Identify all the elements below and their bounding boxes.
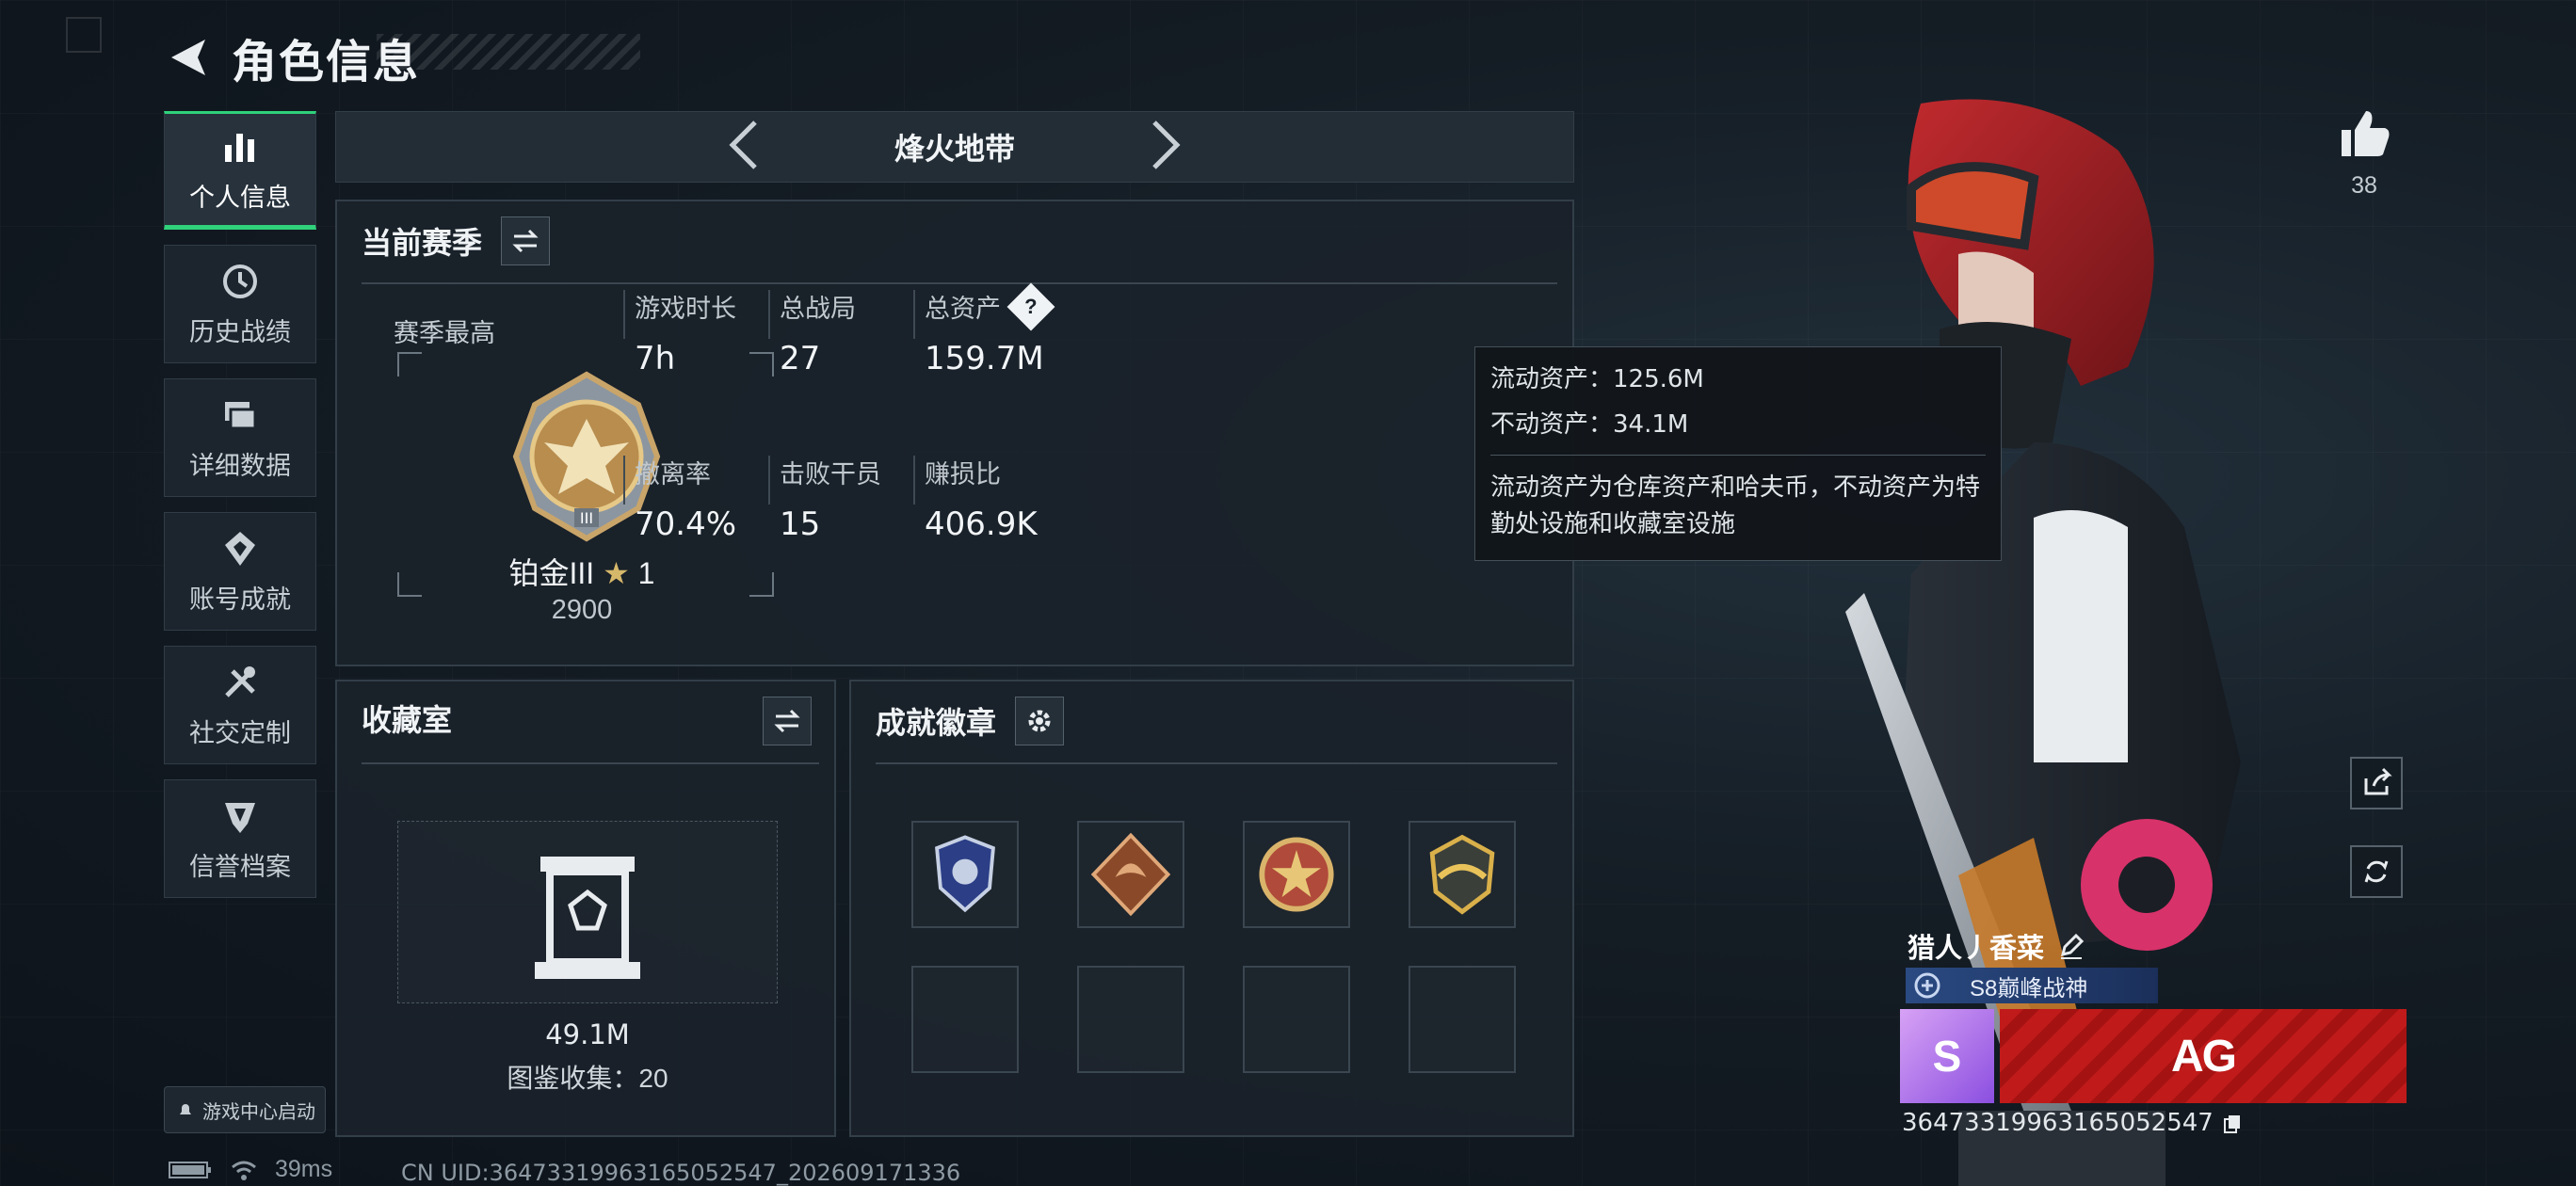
switch-season-button[interactable] — [501, 216, 551, 265]
sidebar: 个人信息 历史战绩 详细数据 账号成就 社交定制 信誉档案 — [164, 111, 316, 913]
player-title-badge: S8巅峰战神 — [1906, 968, 2158, 1003]
rank-emblem-icon — [1914, 972, 1940, 999]
panel-divider — [362, 282, 1557, 284]
tools-icon — [225, 665, 255, 697]
edit-pencil-icon[interactable] — [2057, 932, 2085, 960]
sidebar-item-label: 信誉档案 — [189, 852, 291, 881]
stat-divider — [913, 456, 915, 505]
display-case-icon — [535, 857, 640, 979]
stat-divider — [768, 456, 770, 505]
share-button[interactable] — [2350, 757, 2403, 809]
team-banner: AG — [2000, 1009, 2407, 1103]
sidebar-item-label: 个人信息 — [189, 183, 291, 212]
stat-divider — [623, 456, 625, 505]
tooltip-description: 流动资产为仓库资产和哈夫币，不动资产为特勤处设施和收藏室设施 — [1490, 472, 1981, 537]
stat-divider — [623, 290, 625, 339]
blue-shield-badge-icon — [935, 835, 995, 913]
sidebar-item-label: 社交定制 — [189, 718, 291, 747]
sidebar-item-achievements[interactable]: 账号成就 — [164, 512, 316, 631]
tooltip-divider — [1490, 454, 1986, 456]
star-cross-badge-icon — [1259, 837, 1334, 912]
panel-title: 收藏室 — [362, 703, 453, 737]
corner-decoration — [66, 17, 102, 53]
sidebar-item-social[interactable]: 社交定制 — [164, 646, 316, 764]
bar-chart-icon — [225, 133, 254, 162]
avatar[interactable]: S — [1900, 1009, 1994, 1103]
help-icon[interactable]: ? — [1006, 282, 1055, 330]
history-icon — [223, 264, 257, 298]
tooltip-fixed-assets: 不动资产：34.1M — [1490, 409, 1689, 439]
chevron-right-icon — [1152, 120, 1181, 169]
achievements-panel: 成就徽章 — [849, 680, 1574, 1137]
folder-stack-icon — [225, 401, 257, 429]
stat-profit-ratio: 赚损比 406.9K — [925, 460, 1038, 543]
ping-value: 39ms — [275, 1156, 333, 1182]
collection-count: 图鉴收集：20 — [507, 1064, 668, 1093]
player-uid: 36473319963165052547 — [1902, 1109, 2244, 1137]
collection-panel: 收藏室 49.1M 图鉴收集：20 — [335, 680, 836, 1137]
sidebar-item-reputation[interactable]: 信誉档案 — [164, 779, 316, 898]
stat-total-assets: 总资产 ? 159.7M — [925, 282, 1132, 377]
panel-title: 成就徽章 — [876, 706, 997, 740]
thumbs-up-icon — [2342, 111, 2390, 156]
like-button[interactable]: 38 — [2333, 105, 2395, 200]
cn-uid: CN UID:36473319963165052547_202609171336 — [401, 1160, 961, 1186]
share-icon — [2364, 767, 2392, 795]
season-best-label: 赛季最高 — [394, 319, 495, 347]
current-season-panel: 当前赛季 赛季最高 III 铂金III ★ 1 2900 游戏时长 7h 总战局… — [335, 200, 1574, 666]
swap-icon — [512, 229, 539, 253]
empty-badge-slot[interactable] — [1243, 966, 1350, 1073]
sidebar-item-detail-data[interactable]: 详细数据 — [164, 378, 316, 497]
sidebar-item-label: 详细数据 — [189, 451, 291, 480]
battery-icon — [169, 1161, 211, 1178]
assets-tooltip: 流动资产：125.6M 不动资产：34.1M 流动资产为仓库资产和哈夫币，不动资… — [1474, 346, 2002, 561]
team-logo: AG — [2171, 1031, 2237, 1082]
chevron-left-icon — [729, 120, 757, 169]
refresh-icon — [2364, 860, 2389, 883]
panel-title: 当前赛季 — [362, 226, 483, 260]
stat-divider — [768, 290, 770, 339]
wifi-icon — [232, 1161, 256, 1180]
achievement-badge-slot[interactable] — [1243, 821, 1350, 928]
gear-icon — [1028, 710, 1051, 732]
game-center-button[interactable]: 游戏中心启动 — [164, 1086, 326, 1133]
season-selector: 烽火地带 — [335, 111, 1574, 183]
rank-name: 铂金III ★ 1 — [508, 556, 655, 590]
refresh-button[interactable] — [2350, 845, 2403, 898]
status-bar: 39ms — [168, 1156, 332, 1183]
title-stripes-decoration — [377, 34, 640, 70]
bell-icon — [180, 1104, 191, 1114]
next-season-button[interactable] — [1147, 119, 1184, 176]
player-name: 猎人丿香菜 — [1908, 926, 2085, 966]
swap-icon — [774, 709, 800, 733]
game-center-label: 游戏中心启动 — [202, 1101, 315, 1123]
dragon-diamond-badge-icon — [1090, 832, 1171, 917]
prev-season-button[interactable] — [725, 119, 763, 176]
copy-icon[interactable] — [2221, 1112, 2244, 1134]
like-count: 38 — [2351, 172, 2377, 199]
achievement-badge-slot[interactable] — [1077, 821, 1184, 928]
medal-icon — [225, 531, 255, 566]
stat-divider — [913, 290, 915, 339]
rank-score: 2900 — [551, 595, 613, 625]
sidebar-item-label: 账号成就 — [189, 585, 291, 614]
sidebar-item-personal-info[interactable]: 个人信息 — [164, 111, 316, 230]
collection-switch-button[interactable] — [763, 697, 812, 745]
empty-badge-slot[interactable] — [911, 966, 1019, 1073]
collection-value: 49.1M — [545, 1018, 630, 1050]
achievement-settings-button[interactable] — [1015, 697, 1065, 745]
achievement-badge-slot[interactable] — [911, 821, 1019, 928]
panel-divider — [362, 762, 819, 764]
sidebar-item-history[interactable]: 历史战绩 — [164, 245, 316, 363]
shield-emblem-icon — [225, 802, 255, 833]
season-title: 烽火地带 — [894, 132, 1015, 166]
sidebar-item-label: 历史战绩 — [189, 317, 291, 346]
svg-text:III: III — [580, 509, 593, 527]
back-arrow-icon[interactable] — [168, 36, 211, 79]
panel-divider — [876, 762, 1557, 764]
empty-badge-slot[interactable] — [1077, 966, 1184, 1073]
tooltip-liquid-assets: 流动资产：125.6M — [1490, 365, 1704, 393]
star-icon: ★ — [603, 556, 630, 590]
